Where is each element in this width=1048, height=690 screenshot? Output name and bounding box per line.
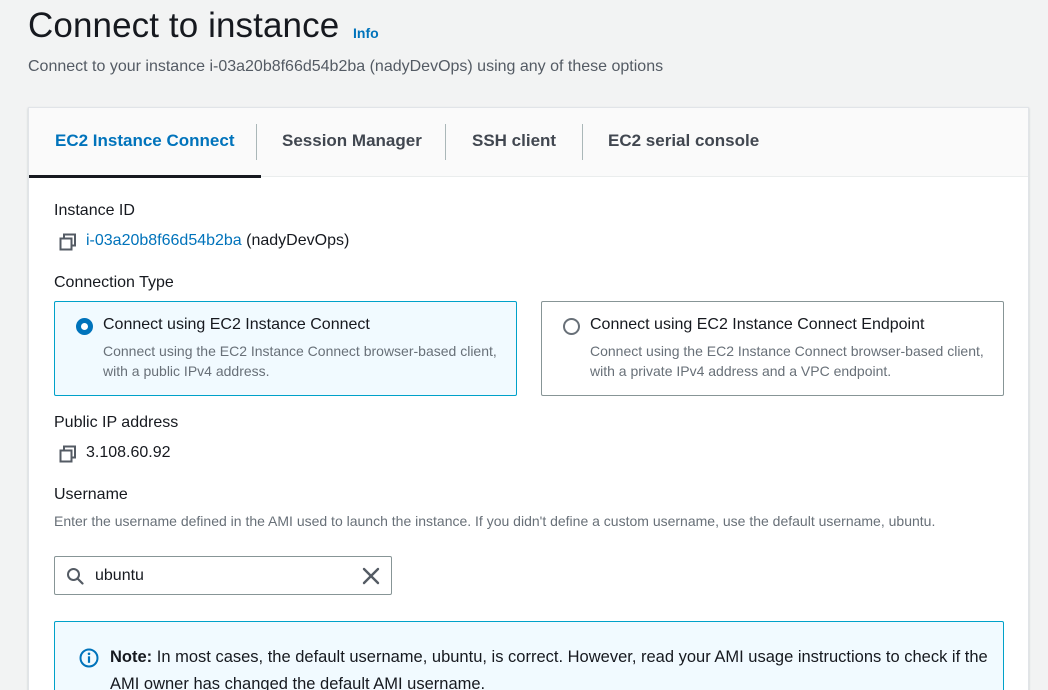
page-subtitle: Connect to your instance i-03a20b8f66d54… [28, 58, 664, 75]
option-title: Connect using EC2 Instance Connect Endpo… [590, 316, 925, 333]
username-input[interactable] [95, 565, 345, 587]
tab-bar: EC2 Instance Connect Session Manager SSH… [29, 108, 1028, 178]
copy-icon[interactable] [59, 445, 77, 463]
tab-ec2-serial-console[interactable]: EC2 serial console [582, 108, 785, 177]
radio-instance-connect[interactable] [76, 318, 93, 335]
option-description: Connect using the EC2 Instance Connect b… [103, 343, 497, 379]
connection-option-instance-connect[interactable]: Connect using EC2 Instance Connect Conne… [54, 301, 517, 396]
instance-id-link[interactable]: i-03a20b8f66d54b2ba [86, 232, 242, 249]
page-title: Connect to instance [28, 6, 340, 45]
option-title: Connect using EC2 Instance Connect [103, 316, 370, 333]
connection-type-label: Connection Type [54, 274, 174, 291]
search-icon [67, 568, 84, 585]
tab-ssh-client[interactable]: SSH client [446, 108, 582, 177]
note-prefix: Note: [110, 648, 153, 666]
connection-option-instance-connect-endpoint[interactable]: Connect using EC2 Instance Connect Endpo… [541, 301, 1004, 396]
option-description: Connect using the EC2 Instance Connect b… [590, 343, 984, 379]
copy-icon[interactable] [59, 233, 77, 251]
tab-session-manager[interactable]: Session Manager [256, 108, 448, 177]
radio-instance-connect-endpoint[interactable] [563, 318, 580, 335]
note-text: Note: In most cases, the default usernam… [110, 644, 990, 690]
instance-id-value: i-03a20b8f66d54b2ba (nadyDevOps) [86, 232, 349, 250]
close-icon[interactable] [361, 566, 381, 586]
connect-panel: EC2 Instance Connect Session Manager SSH… [28, 107, 1029, 690]
instance-name: (nadyDevOps) [246, 232, 350, 249]
info-circle-icon [79, 648, 99, 668]
public-ip-value: 3.108.60.92 [86, 444, 171, 461]
username-help-text: Enter the username defined in the AMI us… [54, 513, 936, 529]
username-field [54, 556, 392, 595]
tab-ec2-instance-connect[interactable]: EC2 Instance Connect [29, 108, 261, 178]
note-body: In most cases, the default username, ubu… [110, 648, 988, 690]
info-link[interactable]: Info [353, 25, 379, 41]
instance-id-label: Instance ID [54, 202, 135, 219]
public-ip-label: Public IP address [54, 414, 179, 431]
username-label: Username [54, 486, 128, 503]
info-alert: Note: In most cases, the default usernam… [54, 621, 1004, 690]
